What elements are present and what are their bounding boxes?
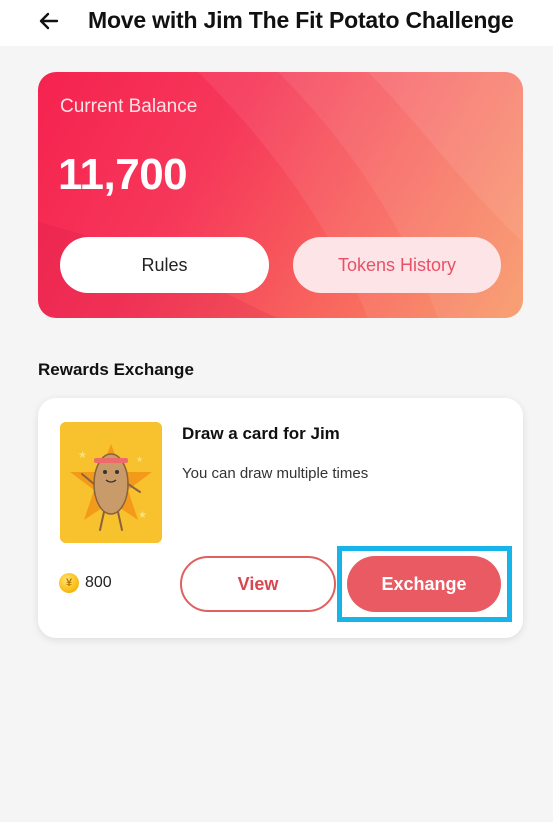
svg-text:★: ★ xyxy=(78,450,87,461)
potato-character-icon: ★ ★ ★ xyxy=(60,422,162,543)
balance-card: Current Balance 11,700 Rules Tokens Hist… xyxy=(38,72,523,318)
tokens-history-button[interactable]: Tokens History xyxy=(293,237,501,293)
exchange-button[interactable]: Exchange xyxy=(347,556,501,612)
page-title: Move with Jim The Fit Potato Challenge xyxy=(88,7,514,33)
reward-cost: ¥ 800 xyxy=(59,573,112,593)
reward-description: You can draw multiple times xyxy=(182,465,369,482)
rewards-section-title: Rewards Exchange xyxy=(38,360,194,379)
arrow-left-icon xyxy=(39,12,59,30)
page: Move with Jim The Fit Potato Challenge C… xyxy=(0,0,553,822)
balance-value: 11,700 xyxy=(58,150,188,199)
top-bar: Move with Jim The Fit Potato Challenge xyxy=(0,0,553,46)
reward-card: ★ ★ ★ Draw a card for Jim You can draw m… xyxy=(38,398,523,638)
view-button[interactable]: View xyxy=(180,556,336,612)
svg-text:★: ★ xyxy=(136,455,143,464)
svg-text:★: ★ xyxy=(138,510,147,521)
reward-name: Draw a card for Jim xyxy=(182,424,340,443)
reward-cost-value: 800 xyxy=(85,574,112,591)
rules-button[interactable]: Rules xyxy=(60,237,269,293)
coin-icon: ¥ xyxy=(59,573,79,593)
reward-image: ★ ★ ★ xyxy=(60,422,162,543)
balance-label: Current Balance xyxy=(60,96,198,117)
back-button[interactable] xyxy=(34,6,64,36)
